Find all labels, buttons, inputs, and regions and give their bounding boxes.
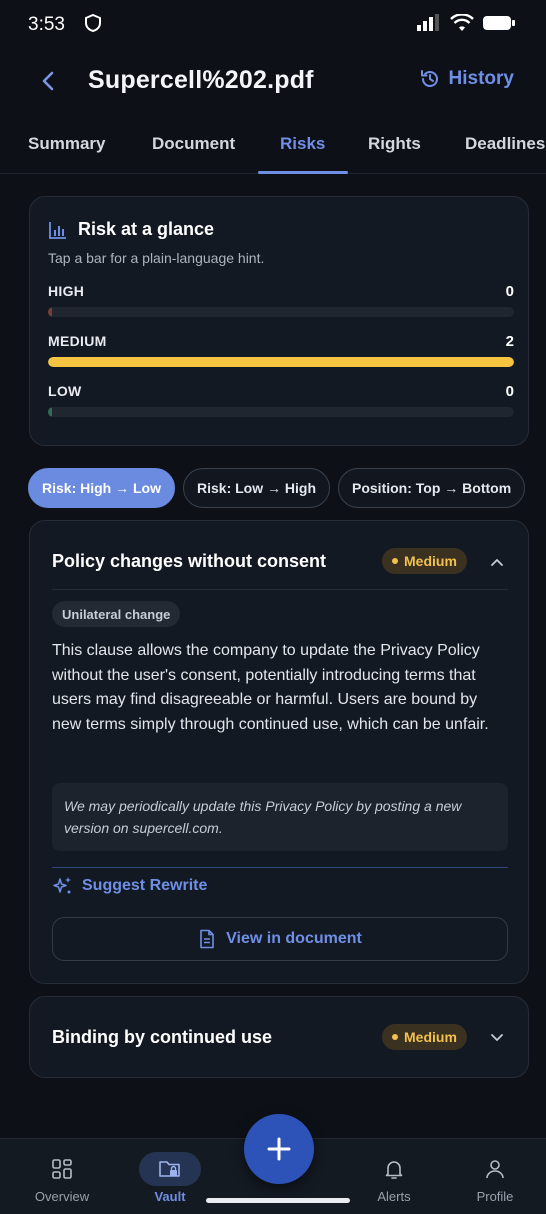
suggest-rewrite-label: Suggest Rewrite: [82, 877, 208, 894]
plus-icon: [267, 1137, 291, 1161]
nav-label: Alerts: [377, 1189, 411, 1204]
wifi-icon: [450, 13, 474, 37]
signal-icon: [416, 14, 442, 37]
severity-label: Medium: [404, 1029, 457, 1045]
back-button[interactable]: [34, 66, 64, 96]
sparkle-icon: [53, 877, 71, 894]
risk-bar-fill: [48, 307, 52, 317]
header: Supercell%202.pdf History: [0, 58, 546, 106]
risk-card[interactable]: Binding by continued use Medium: [29, 996, 529, 1078]
risk-bar-count: 0: [505, 283, 514, 300]
severity-badge: Medium: [382, 1024, 467, 1050]
view-in-document-label: View in document: [226, 930, 362, 947]
risk-description: This clause allows the company to update…: [52, 642, 489, 733]
divider: [52, 589, 508, 590]
tab-deadlines[interactable]: Deadlines: [465, 134, 545, 154]
risk-glance-card: Risk at a glance Tap a bar for a plain-l…: [29, 196, 529, 446]
status-icons: [416, 13, 516, 37]
risk-bar-low[interactable]: LOW 0: [48, 383, 514, 427]
sort-chip-high-low[interactable]: Risk: High → Low: [28, 468, 175, 508]
glance-title-text: Risk at a glance: [78, 219, 215, 239]
screen: 3:53 Supercell%202.pdf History Summary D…: [0, 0, 546, 1214]
risk-bar-count: 0: [505, 383, 514, 400]
battery-icon: [482, 14, 516, 37]
category-tag: Unilateral change: [52, 601, 181, 627]
glance-title: Risk at a glance: [48, 219, 214, 240]
history-label: History: [448, 68, 514, 89]
person-icon: [486, 1160, 504, 1179]
home-indicator[interactable]: [206, 1198, 350, 1203]
tab-document[interactable]: Document: [152, 134, 235, 154]
risk-bar-label: LOW: [48, 383, 82, 399]
active-tab-indicator: [258, 171, 348, 174]
nav-label: Profile: [476, 1189, 514, 1204]
risk-bar-label: HIGH: [48, 283, 85, 299]
risk-card: Policy changes without consent Medium Un…: [29, 520, 529, 984]
risk-title[interactable]: Binding by continued use: [52, 1027, 272, 1048]
grid-icon: [52, 1159, 72, 1179]
risk-bar-label: MEDIUM: [48, 333, 107, 349]
add-button[interactable]: [244, 1114, 314, 1184]
bar-chart-icon: [49, 221, 66, 239]
risk-bar-track: [48, 357, 514, 367]
shield-icon: [84, 13, 102, 38]
chevron-down-icon[interactable]: [488, 1029, 506, 1047]
severity-badge: Medium: [382, 548, 467, 574]
document-icon: [200, 929, 214, 949]
active-nav-pill: [139, 1152, 201, 1186]
clause-quote: We may periodically update this Privacy …: [52, 783, 508, 851]
severity-dot: [392, 1034, 398, 1040]
risk-bar-track: [48, 407, 514, 417]
chevron-left-icon: [42, 71, 54, 91]
risk-bar-track: [48, 307, 514, 317]
view-in-document-button[interactable]: View in document: [52, 917, 508, 961]
risk-title[interactable]: Policy changes without consent: [52, 551, 326, 572]
suggest-rewrite-button[interactable]: Suggest Rewrite: [52, 875, 207, 897]
bell-icon: [385, 1161, 403, 1179]
history-button[interactable]: History: [419, 68, 514, 90]
sort-chip-position[interactable]: Position: Top → Bottom: [338, 468, 526, 508]
severity-label: Medium: [404, 553, 457, 569]
nav-overview[interactable]: Overview: [17, 1151, 107, 1204]
status-time: 3:53: [28, 14, 65, 35]
sort-chip-low-high[interactable]: Risk: Low → High: [183, 468, 330, 508]
glance-hint: Tap a bar for a plain-language hint.: [48, 250, 265, 266]
risk-bar-fill: [48, 357, 514, 367]
clause-quote-text: We may periodically update this Privacy …: [64, 798, 462, 836]
status-bar: 3:53: [0, 0, 546, 50]
divider: [52, 867, 508, 868]
tab-rights[interactable]: Rights: [368, 134, 421, 154]
tab-bar: Summary Document Risks Rights Deadlines: [0, 122, 546, 174]
tab-summary[interactable]: Summary: [28, 134, 105, 154]
folder-lock-icon: [159, 1161, 180, 1177]
risk-bar-count: 2: [505, 333, 514, 350]
risk-bar-high[interactable]: HIGH 0: [48, 283, 514, 327]
nav-profile[interactable]: Profile: [450, 1151, 540, 1204]
severity-dot: [392, 558, 398, 564]
history-icon: [420, 70, 438, 87]
nav-label: Vault: [154, 1189, 186, 1204]
chevron-up-icon[interactable]: [488, 553, 506, 571]
nav-vault[interactable]: Vault: [125, 1151, 215, 1204]
page-title: Supercell%202.pdf: [88, 66, 314, 94]
tab-risks[interactable]: Risks: [280, 134, 325, 154]
nav-alerts[interactable]: Alerts: [349, 1151, 439, 1204]
sort-chips: Risk: High → Low Risk: Low → High Position…: [28, 468, 546, 510]
risk-bar-fill: [48, 407, 52, 417]
nav-label: Overview: [34, 1189, 90, 1204]
risk-bar-medium[interactable]: MEDIUM 2: [48, 333, 514, 377]
